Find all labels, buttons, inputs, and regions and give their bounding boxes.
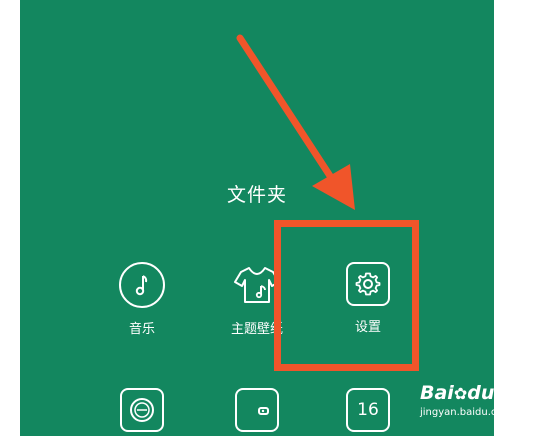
baidu-jingyan-watermark: Bai✿du经验 jingyan.baidu.com [420, 378, 539, 428]
watermark-brand-b: du [467, 382, 495, 404]
folder-title: 文件夹 [226, 184, 287, 206]
calendar-icon: 16 [346, 388, 390, 432]
watermark-brand-a: Bai [420, 382, 454, 404]
app-label-music: 音乐 [128, 322, 155, 337]
wallet-icon [235, 388, 279, 432]
app-music[interactable]: 音乐 [92, 262, 192, 337]
highlight-box [274, 220, 419, 371]
watermark-url: jingyan.baidu.com [420, 407, 513, 418]
folder-screen: 文件夹 音乐 主题壁纸 设置 16 [20, 0, 494, 436]
app-calendar[interactable]: 16 [318, 388, 418, 432]
paw-icon: ✿ [453, 384, 468, 403]
app-wallet[interactable] [207, 388, 307, 432]
badge-icon [120, 388, 164, 432]
music-note-icon [119, 262, 165, 308]
calendar-day-number: 16 [357, 400, 379, 420]
app-badge[interactable] [92, 388, 192, 432]
watermark-brand-c: 经验 [494, 382, 533, 404]
